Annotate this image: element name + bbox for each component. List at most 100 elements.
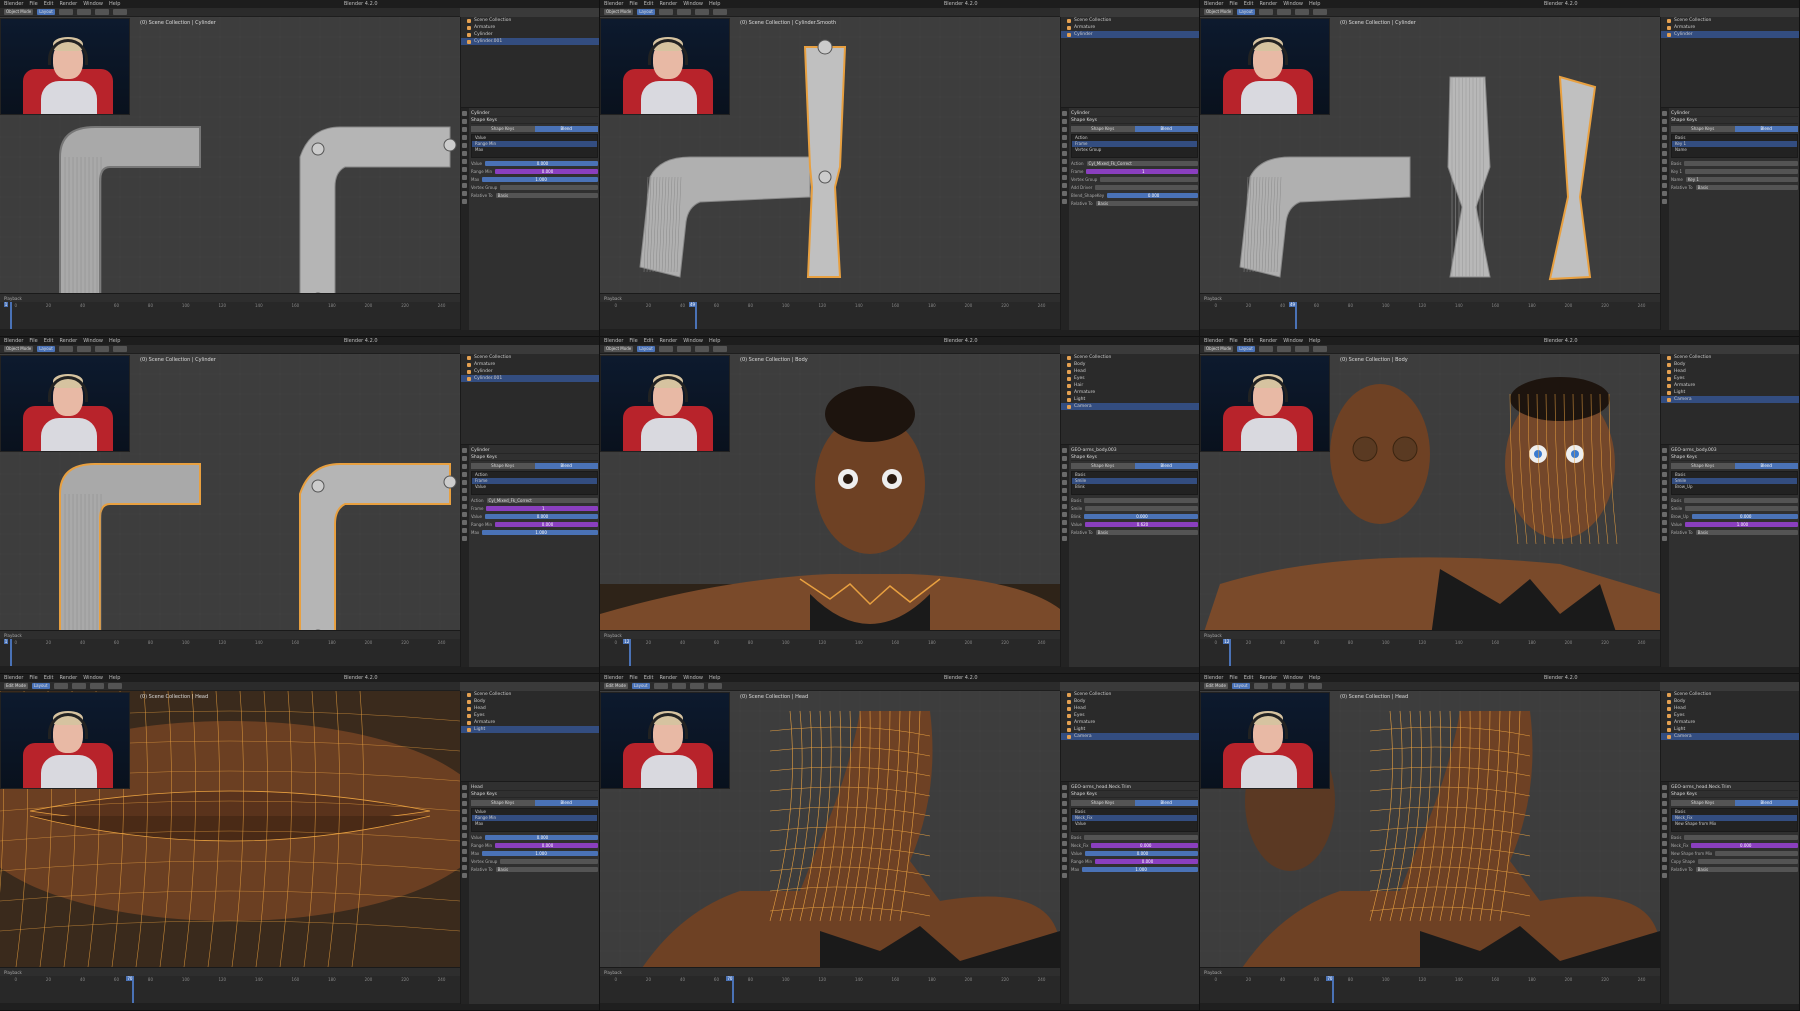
properties-tab-icon[interactable] xyxy=(462,817,467,822)
field-value[interactable]: 0.000 xyxy=(1691,842,1798,848)
outliner-row[interactable]: Eyes xyxy=(1061,375,1199,382)
timeline-editor[interactable]: Playback 0 20 40 60 80 100 120 140 160 180 200 220 24… xyxy=(600,293,1060,330)
properties-tab-icon[interactable] xyxy=(1062,191,1067,196)
properties-tab-icon[interactable] xyxy=(462,528,467,533)
object-menu[interactable] xyxy=(107,683,122,689)
field-value[interactable]: Basis xyxy=(1695,866,1798,872)
properties-tab-icon[interactable] xyxy=(1062,825,1067,830)
properties-tab-icon[interactable] xyxy=(462,849,467,854)
properties-panel[interactable]: Cylinder Shape Keys Shape Keys Blend Action F… xyxy=(1060,107,1199,330)
add-menu[interactable] xyxy=(94,9,109,15)
outliner-row[interactable]: Head xyxy=(461,705,599,712)
properties-tab-icon[interactable] xyxy=(1062,151,1067,156)
properties-tab-icon[interactable] xyxy=(1662,199,1667,204)
outliner-row[interactable]: Body xyxy=(1061,698,1199,705)
view-menu[interactable] xyxy=(58,9,73,15)
outliner-row[interactable]: Camera xyxy=(1661,733,1799,740)
field-value[interactable]: 0.000 xyxy=(1691,513,1798,519)
select-menu[interactable] xyxy=(676,9,691,15)
menu-help[interactable]: Help xyxy=(109,338,120,344)
shape-key-tab[interactable]: Blend xyxy=(1734,800,1798,806)
view-menu[interactable] xyxy=(1258,9,1273,15)
field-value[interactable]: 0.620 xyxy=(1084,521,1198,527)
outliner-row[interactable]: Armature xyxy=(461,719,599,726)
playhead[interactable]: 1 xyxy=(3,639,12,667)
properties-tab-icon[interactable] xyxy=(1062,528,1067,533)
shape-keys-section[interactable]: Shape Keys xyxy=(1071,454,1198,461)
shape-key-item[interactable]: Max xyxy=(472,147,597,153)
mode-dropdown[interactable]: Edit Mode xyxy=(604,683,628,689)
field-value[interactable]: 0.000 xyxy=(1107,192,1198,198)
field-value[interactable]: Basis xyxy=(1095,529,1198,535)
shape-keys-section[interactable]: Shape Keys xyxy=(1071,117,1198,124)
field-value[interactable] xyxy=(1095,184,1198,190)
outliner-row[interactable]: Camera xyxy=(1061,733,1199,740)
properties-tab-icon[interactable] xyxy=(462,841,467,846)
field-value[interactable] xyxy=(500,184,598,190)
properties-tab-icon[interactable] xyxy=(1062,143,1067,148)
outliner-row[interactable]: Scene Collection xyxy=(1061,17,1199,24)
view-menu[interactable] xyxy=(58,346,73,352)
outliner-row[interactable]: Armature xyxy=(461,24,599,31)
outliner-row[interactable]: Scene Collection xyxy=(1661,354,1799,361)
field-value[interactable]: Basis xyxy=(495,192,598,198)
timeline-playback-label[interactable]: Playback xyxy=(604,970,622,975)
menu-blender[interactable]: Blender xyxy=(1204,338,1223,344)
properties-tab-icon[interactable] xyxy=(462,448,467,453)
properties-panel[interactable]: Cylinder Shape Keys Shape Keys Blend Basis Ke… xyxy=(1660,107,1799,330)
properties-tab-icon[interactable] xyxy=(1062,111,1067,116)
properties-tab-icon[interactable] xyxy=(1662,865,1667,870)
properties-tab-icon[interactable] xyxy=(462,793,467,798)
playhead[interactable]: 12 xyxy=(623,639,632,667)
outliner-panel[interactable]: Scene Collection Body Head Eyes Armature Ligh… xyxy=(1660,354,1799,444)
properties-tab-icon[interactable] xyxy=(1062,199,1067,204)
properties-tab-icon[interactable] xyxy=(1062,504,1067,509)
menu-help[interactable]: Help xyxy=(709,675,720,681)
field-value[interactable]: 1.000 xyxy=(482,176,598,182)
properties-tab-icon[interactable] xyxy=(1662,793,1667,798)
shape-key-tab[interactable]: Shape Keys xyxy=(1071,126,1135,132)
timeline-playback-label[interactable]: Playback xyxy=(1204,970,1222,975)
properties-tab-icon[interactable] xyxy=(462,857,467,862)
shape-key-item[interactable]: Brow_Up xyxy=(1672,484,1797,490)
outliner-row[interactable]: Head xyxy=(1661,705,1799,712)
properties-tab-icon[interactable] xyxy=(462,480,467,485)
field-value[interactable]: 0.000 xyxy=(495,168,598,174)
properties-tab-icon[interactable] xyxy=(462,512,467,517)
outliner-row[interactable]: Light xyxy=(461,726,599,733)
field-value[interactable]: 1.000 xyxy=(1082,866,1198,872)
outliner-row[interactable]: Eyes xyxy=(1061,712,1199,719)
properties-tab-icon[interactable] xyxy=(462,504,467,509)
properties-tab-icon[interactable] xyxy=(462,801,467,806)
shape-key-tab[interactable]: Blend xyxy=(1134,800,1198,806)
properties-tab-icon[interactable] xyxy=(462,488,467,493)
menu-blender[interactable]: Blender xyxy=(4,338,23,344)
properties-tab-icon[interactable] xyxy=(1062,841,1067,846)
properties-tab-icon[interactable] xyxy=(1662,488,1667,493)
properties-tab-icon[interactable] xyxy=(462,151,467,156)
field-value[interactable]: 1.000 xyxy=(482,529,598,535)
outliner-panel[interactable]: Scene Collection Armature Cylinder xyxy=(1660,17,1799,107)
mode-dropdown[interactable]: Edit Mode xyxy=(1204,683,1228,689)
add-menu[interactable] xyxy=(94,346,109,352)
properties-tab-icon[interactable] xyxy=(1062,448,1067,453)
properties-tab-icon[interactable] xyxy=(1062,817,1067,822)
shape-key-item[interactable]: New Shape from Mix xyxy=(1672,821,1797,827)
menu-edit[interactable]: Edit xyxy=(1244,1,1254,7)
menu-blender[interactable]: Blender xyxy=(604,675,623,681)
object-menu[interactable] xyxy=(1312,9,1327,15)
menu-file[interactable]: File xyxy=(629,1,637,7)
view-menu[interactable] xyxy=(658,9,673,15)
properties-tab-icon[interactable] xyxy=(1662,785,1667,790)
field-value[interactable]: 1.000 xyxy=(482,850,598,856)
field-value[interactable] xyxy=(1684,497,1798,503)
outliner-row[interactable]: Cylinder xyxy=(461,31,599,38)
field-value[interactable] xyxy=(1684,834,1798,840)
outliner-row[interactable]: Head xyxy=(1061,705,1199,712)
properties-tab-icon[interactable] xyxy=(1062,857,1067,862)
menu-edit[interactable]: Edit xyxy=(44,338,54,344)
outliner-row[interactable]: Light xyxy=(1061,396,1199,403)
outliner-panel[interactable]: Scene Collection Body Head Eyes Hair Armature… xyxy=(1060,354,1199,444)
menu-window[interactable]: Window xyxy=(1283,675,1303,681)
outliner-row[interactable]: Scene Collection xyxy=(1661,691,1799,698)
